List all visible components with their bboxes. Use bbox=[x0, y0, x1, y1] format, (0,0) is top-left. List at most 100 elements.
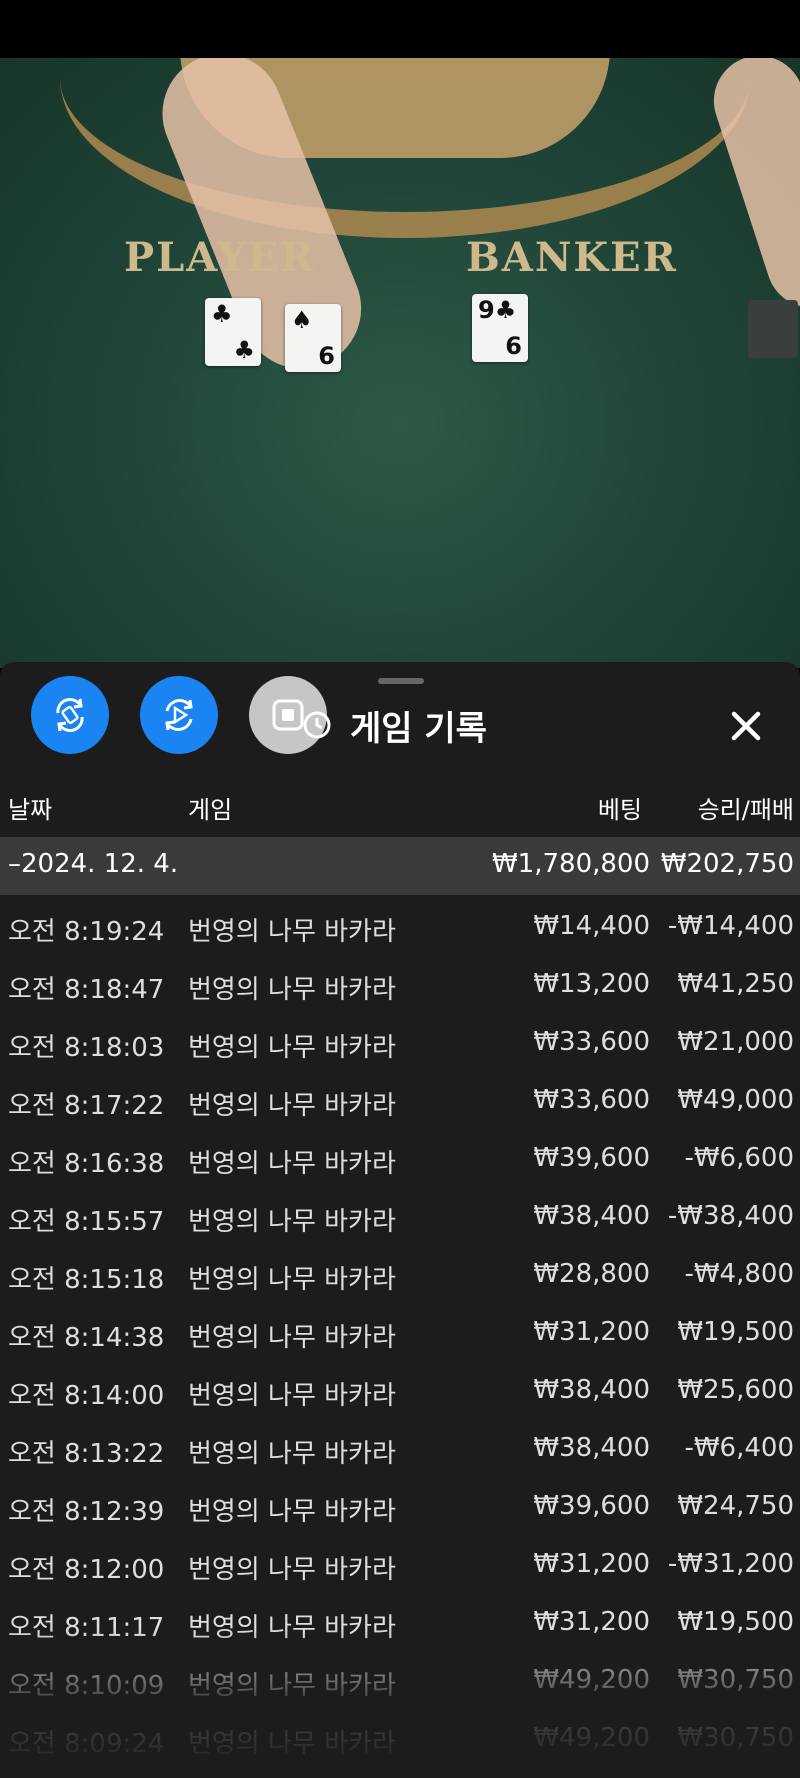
history-row[interactable]: 오전 8:14:00 번영의 나무 바카라 ₩38,400 ₩25,600 bbox=[0, 1359, 800, 1417]
row-time: 오전 8:15:18 bbox=[8, 1265, 165, 1295]
history-row[interactable]: 오전 8:12:39 번영의 나무 바카라 ₩39,600 ₩24,750 bbox=[0, 1475, 800, 1533]
row-bet: ₩31,200 bbox=[533, 1607, 650, 1637]
card-shoe bbox=[748, 300, 798, 358]
sheet-title: 게임 기록 bbox=[350, 708, 487, 749]
banker-label: BANKER bbox=[466, 234, 678, 281]
row-result: ₩25,600 bbox=[677, 1375, 794, 1405]
row-game: 번영의 나무 바카라 bbox=[188, 1265, 396, 1295]
row-time: 오전 8:18:03 bbox=[8, 1033, 165, 1063]
row-result: ₩24,750 bbox=[677, 1491, 794, 1521]
row-game: 번영의 나무 바카라 bbox=[188, 975, 396, 1005]
row-time: 오전 8:10:09 bbox=[8, 1671, 165, 1701]
row-result: -₩6,400 bbox=[684, 1433, 794, 1463]
row-time: 오전 8:19:24 bbox=[8, 917, 165, 947]
row-game: 번영의 나무 바카라 bbox=[188, 1613, 396, 1643]
history-row[interactable]: 오전 8:13:22 번영의 나무 바카라 ₩38,400 -₩6,400 bbox=[0, 1417, 800, 1475]
row-bet: ₩49,200 bbox=[533, 1665, 650, 1695]
column-header-date: 날짜 bbox=[8, 796, 53, 824]
row-time: 오전 8:14:38 bbox=[8, 1323, 165, 1353]
row-bet: ₩33,600 bbox=[533, 1085, 650, 1115]
row-bet: ₩49,200 bbox=[533, 1723, 650, 1753]
row-bet: ₩39,600 bbox=[533, 1143, 650, 1173]
row-bet: ₩31,200 bbox=[533, 1317, 650, 1347]
row-result: ₩19,500 bbox=[677, 1317, 794, 1347]
history-row[interactable]: 오전 8:11:17 번영의 나무 바카라 ₩31,200 ₩19,500 bbox=[0, 1591, 800, 1649]
row-bet: ₩33,600 bbox=[533, 1027, 650, 1057]
row-game: 번영의 나무 바카라 bbox=[188, 1381, 396, 1411]
row-bet: ₩13,200 bbox=[533, 969, 650, 999]
history-icon bbox=[303, 711, 331, 739]
history-row[interactable]: 오전 8:19:24 번영의 나무 바카라 ₩14,400 -₩14,400 bbox=[0, 895, 800, 953]
row-bet: ₩39,600 bbox=[533, 1491, 650, 1521]
row-game: 번영의 나무 바카라 bbox=[188, 1207, 396, 1237]
row-game: 번영의 나무 바카라 bbox=[188, 1555, 396, 1585]
row-result: ₩30,750 bbox=[677, 1723, 794, 1753]
row-game: 번영의 나무 바카라 bbox=[188, 1671, 396, 1701]
history-row[interactable]: 오전 8:14:38 번영의 나무 바카라 ₩31,200 ₩19,500 bbox=[0, 1301, 800, 1359]
dealer-right-arm bbox=[702, 58, 800, 320]
row-game: 번영의 나무 바카라 bbox=[188, 1729, 396, 1759]
player-card-2: ♠ 6 bbox=[285, 304, 341, 372]
row-bet: ₩28,800 bbox=[533, 1259, 650, 1289]
history-row[interactable]: 오전 8:09:24 번영의 나무 바카라 ₩49,200 ₩30,750 bbox=[0, 1707, 800, 1765]
history-row[interactable]: 오전 8:15:18 번영의 나무 바카라 ₩28,800 -₩4,800 bbox=[0, 1243, 800, 1301]
row-game: 번영의 나무 바카라 bbox=[188, 917, 396, 947]
rotate-icon bbox=[56, 698, 84, 732]
game-history-sheet: 게임 기록 날짜 게임 베팅 승리/패배 –2024. 12. 4. ₩1,78… bbox=[0, 662, 800, 1778]
row-result: -₩4,800 bbox=[684, 1259, 794, 1289]
row-time: 오전 8:15:57 bbox=[8, 1207, 165, 1237]
row-bet: ₩31,200 bbox=[533, 1549, 650, 1579]
live-video[interactable]: PLAYER BANKER ♣ ♣ ♠ 6 9♣ 6 bbox=[0, 58, 800, 668]
row-game: 번영의 나무 바카라 bbox=[188, 1439, 396, 1469]
row-time: 오전 8:18:47 bbox=[8, 975, 165, 1005]
row-game: 번영의 나무 바카라 bbox=[188, 1091, 396, 1121]
summary-bet-total: ₩1,780,800 bbox=[491, 849, 650, 879]
row-bet: ₩14,400 bbox=[533, 911, 650, 941]
column-header-game: 게임 bbox=[188, 796, 233, 824]
row-time: 오전 8:11:17 bbox=[8, 1613, 165, 1643]
replay-icon bbox=[165, 699, 193, 731]
row-time: 오전 8:12:39 bbox=[8, 1497, 165, 1527]
row-result: ₩21,000 bbox=[677, 1027, 794, 1057]
history-row[interactable]: 오전 8:18:03 번영의 나무 바카라 ₩33,600 ₩21,000 bbox=[0, 1011, 800, 1069]
history-row[interactable]: 오전 8:12:00 번영의 나무 바카라 ₩31,200 -₩31,200 bbox=[0, 1533, 800, 1591]
banker-card-1: 9♣ 6 bbox=[472, 294, 528, 362]
row-time: 오전 8:09:24 bbox=[8, 1729, 165, 1759]
rotate-button[interactable] bbox=[31, 676, 109, 754]
history-row[interactable]: 오전 8:17:22 번영의 나무 바카라 ₩33,600 ₩49,000 bbox=[0, 1069, 800, 1127]
drag-handle[interactable] bbox=[378, 678, 424, 684]
player-label: PLAYER bbox=[124, 234, 316, 281]
row-time: 오전 8:12:00 bbox=[8, 1555, 165, 1585]
row-result: ₩49,000 bbox=[677, 1085, 794, 1115]
row-game: 번영의 나무 바카라 bbox=[188, 1033, 396, 1063]
history-list: 오전 8:19:24 번영의 나무 바카라 ₩14,400 -₩14,400 오전 8:… bbox=[0, 895, 800, 1765]
player-card-1: ♣ ♣ bbox=[205, 298, 261, 366]
row-bet: ₩38,400 bbox=[533, 1433, 650, 1463]
row-result: -₩14,400 bbox=[667, 911, 794, 941]
close-icon[interactable] bbox=[722, 702, 770, 750]
row-time: 오전 8:13:22 bbox=[8, 1439, 165, 1469]
row-time: 오전 8:14:00 bbox=[8, 1381, 165, 1411]
date-summary-row[interactable]: –2024. 12. 4. ₩1,780,800 ₩202,750 bbox=[0, 837, 800, 895]
replay-button[interactable] bbox=[140, 676, 218, 754]
row-game: 번영의 나무 바카라 bbox=[188, 1323, 396, 1353]
row-game: 번영의 나무 바카라 bbox=[188, 1149, 396, 1179]
row-result: ₩19,500 bbox=[677, 1607, 794, 1637]
row-bet: ₩38,400 bbox=[533, 1375, 650, 1405]
row-result: -₩38,400 bbox=[667, 1201, 794, 1231]
summary-date: –2024. 12. 4. bbox=[8, 849, 179, 879]
row-bet: ₩38,400 bbox=[533, 1201, 650, 1231]
history-row[interactable]: 오전 8:10:09 번영의 나무 바카라 ₩49,200 ₩30,750 bbox=[0, 1649, 800, 1707]
column-header-bet: 베팅 bbox=[597, 796, 642, 824]
row-game: 번영의 나무 바카라 bbox=[188, 1497, 396, 1527]
history-row[interactable]: 오전 8:15:57 번영의 나무 바카라 ₩38,400 -₩38,400 bbox=[0, 1185, 800, 1243]
history-row[interactable]: 오전 8:16:38 번영의 나무 바카라 ₩39,600 -₩6,600 bbox=[0, 1127, 800, 1185]
summary-result-total: ₩202,750 bbox=[660, 849, 794, 879]
row-result: -₩6,600 bbox=[684, 1143, 794, 1173]
row-result: ₩41,250 bbox=[677, 969, 794, 999]
row-result: -₩31,200 bbox=[667, 1549, 794, 1579]
history-row[interactable]: 오전 8:18:47 번영의 나무 바카라 ₩13,200 ₩41,250 bbox=[0, 953, 800, 1011]
row-time: 오전 8:16:38 bbox=[8, 1149, 165, 1179]
status-bar bbox=[0, 0, 800, 58]
column-header-result: 승리/패배 bbox=[697, 796, 794, 824]
